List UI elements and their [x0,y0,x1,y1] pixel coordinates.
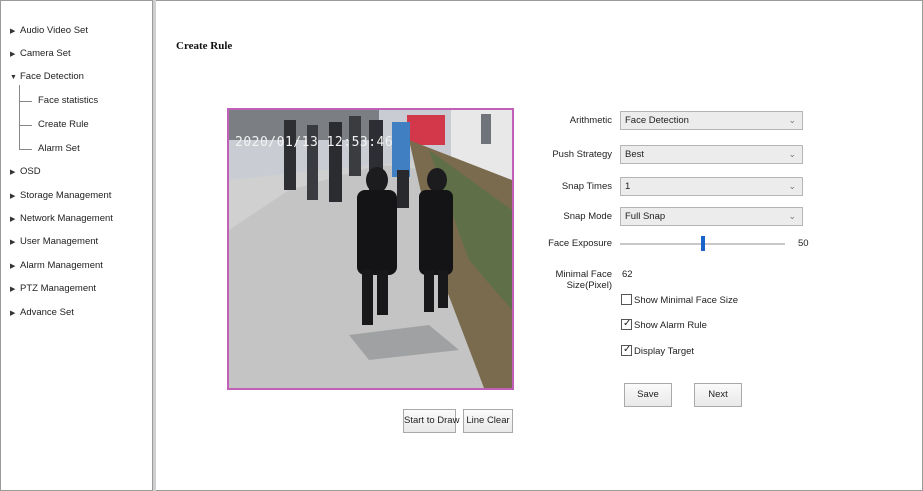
sidebar-item-label: Advance Set [20,307,74,318]
save-button[interactable]: Save [624,383,672,407]
expand-arrow-icon: ▶ [10,263,16,270]
sidebar-subitem-label: Create Rule [38,119,89,130]
expand-arrow-icon: ▶ [10,310,16,317]
sidebar-item-audio-video-set[interactable]: ▶ Audio Video Set [10,23,88,39]
show-alarm-rule-checkbox[interactable]: Show Alarm Rule [621,317,707,333]
minimal-face-value: 62 [622,269,633,280]
checkbox-label: Show Alarm Rule [634,320,707,331]
expand-arrow-icon: ▶ [10,239,16,246]
arithmetic-label: Arithmetic [569,115,612,126]
push-strategy-select[interactable]: Best ⌄ [620,145,803,164]
sidebar-item-face-detection[interactable]: ▼ Face Detection [10,69,84,85]
snap-mode-select[interactable]: Full Snap ⌄ [620,207,803,226]
sidebar-item-osd[interactable]: ▶ OSD [10,164,41,180]
chevron-down-icon: ⌄ [788,211,796,221]
push-strategy-value: Best [625,149,645,160]
minimal-face-label-line2: Size(Pixel) [566,280,612,291]
expand-arrow-icon: ▶ [10,28,16,35]
checkbox-checked-icon [621,343,632,356]
line-clear-button[interactable]: Line Clear [463,409,513,433]
video-preview[interactable]: 2020/01/13 12:53:46 [227,108,514,390]
arithmetic-value: Face Detection [625,115,689,126]
sidebar-item-advance-set[interactable]: ▶ Advance Set [10,305,74,321]
snap-mode-label: Snap Mode [563,211,612,222]
page-title: Create Rule [176,40,233,52]
checkbox-label: Show Minimal Face Size [634,295,739,306]
sidebar-item-label: Audio Video Set [20,25,88,36]
expand-arrow-icon: ▶ [10,193,16,200]
sidebar-item-network-management[interactable]: ▶ Network Management [10,211,113,227]
chevron-down-icon: ⌄ [788,181,796,191]
push-strategy-label: Push Strategy [552,149,612,160]
face-exposure-slider-thumb[interactable] [700,236,705,251]
sidebar-item-label: Camera Set [20,48,71,59]
sidebar-item-label: PTZ Management [20,283,97,294]
sidebar-item-label: Storage Management [20,190,112,201]
checkbox-label: Display Target [634,346,695,357]
snap-times-label: Snap Times [561,181,612,192]
expand-arrow-icon: ▶ [10,216,16,223]
display-target-checkbox[interactable]: Display Target [621,343,695,359]
sidebar-subitem-create-rule[interactable]: Create Rule [38,117,89,133]
sidebar-subitem-label: Face statistics [38,95,99,106]
show-minimal-face-size-checkbox[interactable]: Show Minimal Face Size [621,294,738,308]
expand-arrow-icon: ▶ [10,51,16,58]
sidebar-item-label: Face Detection [20,71,84,82]
sidebar-subitem-face-statistics[interactable]: Face statistics [38,93,98,109]
face-exposure-value: 50 [798,238,809,249]
snap-mode-value: Full Snap [625,211,666,222]
sidebar-item-label: Network Management [20,213,113,224]
expand-arrow-icon: ▶ [10,169,16,176]
sidebar-subitem-label: Alarm Set [38,143,80,154]
sidebar-item-label: OSD [20,166,41,177]
checkbox-checked-icon [621,317,632,330]
checkbox-unchecked-icon [621,294,632,305]
face-exposure-label: Face Exposure [548,238,612,249]
sidebar-item-user-management[interactable]: ▶ User Management [10,234,98,250]
minimal-face-label-line1: Minimal Face [555,269,613,280]
sidebar-item-storage-management[interactable]: ▶ Storage Management [10,188,111,204]
collapse-arrow-icon: ▼ [10,74,17,81]
sidebar-item-label: Alarm Management [20,260,103,271]
tree-line [19,85,20,150]
tree-branch [19,101,32,102]
sidebar-item-label: User Management [20,236,99,247]
next-button[interactable]: Next [694,383,742,407]
arithmetic-select[interactable]: Face Detection ⌄ [620,111,803,130]
start-to-draw-button[interactable]: Start to Draw [403,409,459,433]
tree-branch [19,149,32,150]
video-frame-image [229,110,512,388]
chevron-down-icon: ⌄ [788,149,796,159]
chevron-down-icon: ⌄ [788,115,796,125]
snap-times-select[interactable]: 1 ⌄ [620,177,803,196]
sidebar-item-ptz-management[interactable]: ▶ PTZ Management [10,281,96,297]
snap-times-value: 1 [625,181,631,192]
tree-branch [19,125,32,126]
sidebar-subitem-alarm-set[interactable]: Alarm Set [38,141,80,157]
video-timestamp: 2020/01/13 12:53:46 [235,135,394,150]
sidebar-item-camera-set[interactable]: ▶ Camera Set [10,46,71,62]
sidebar-item-alarm-management[interactable]: ▶ Alarm Management [10,258,103,274]
expand-arrow-icon: ▶ [10,286,16,293]
